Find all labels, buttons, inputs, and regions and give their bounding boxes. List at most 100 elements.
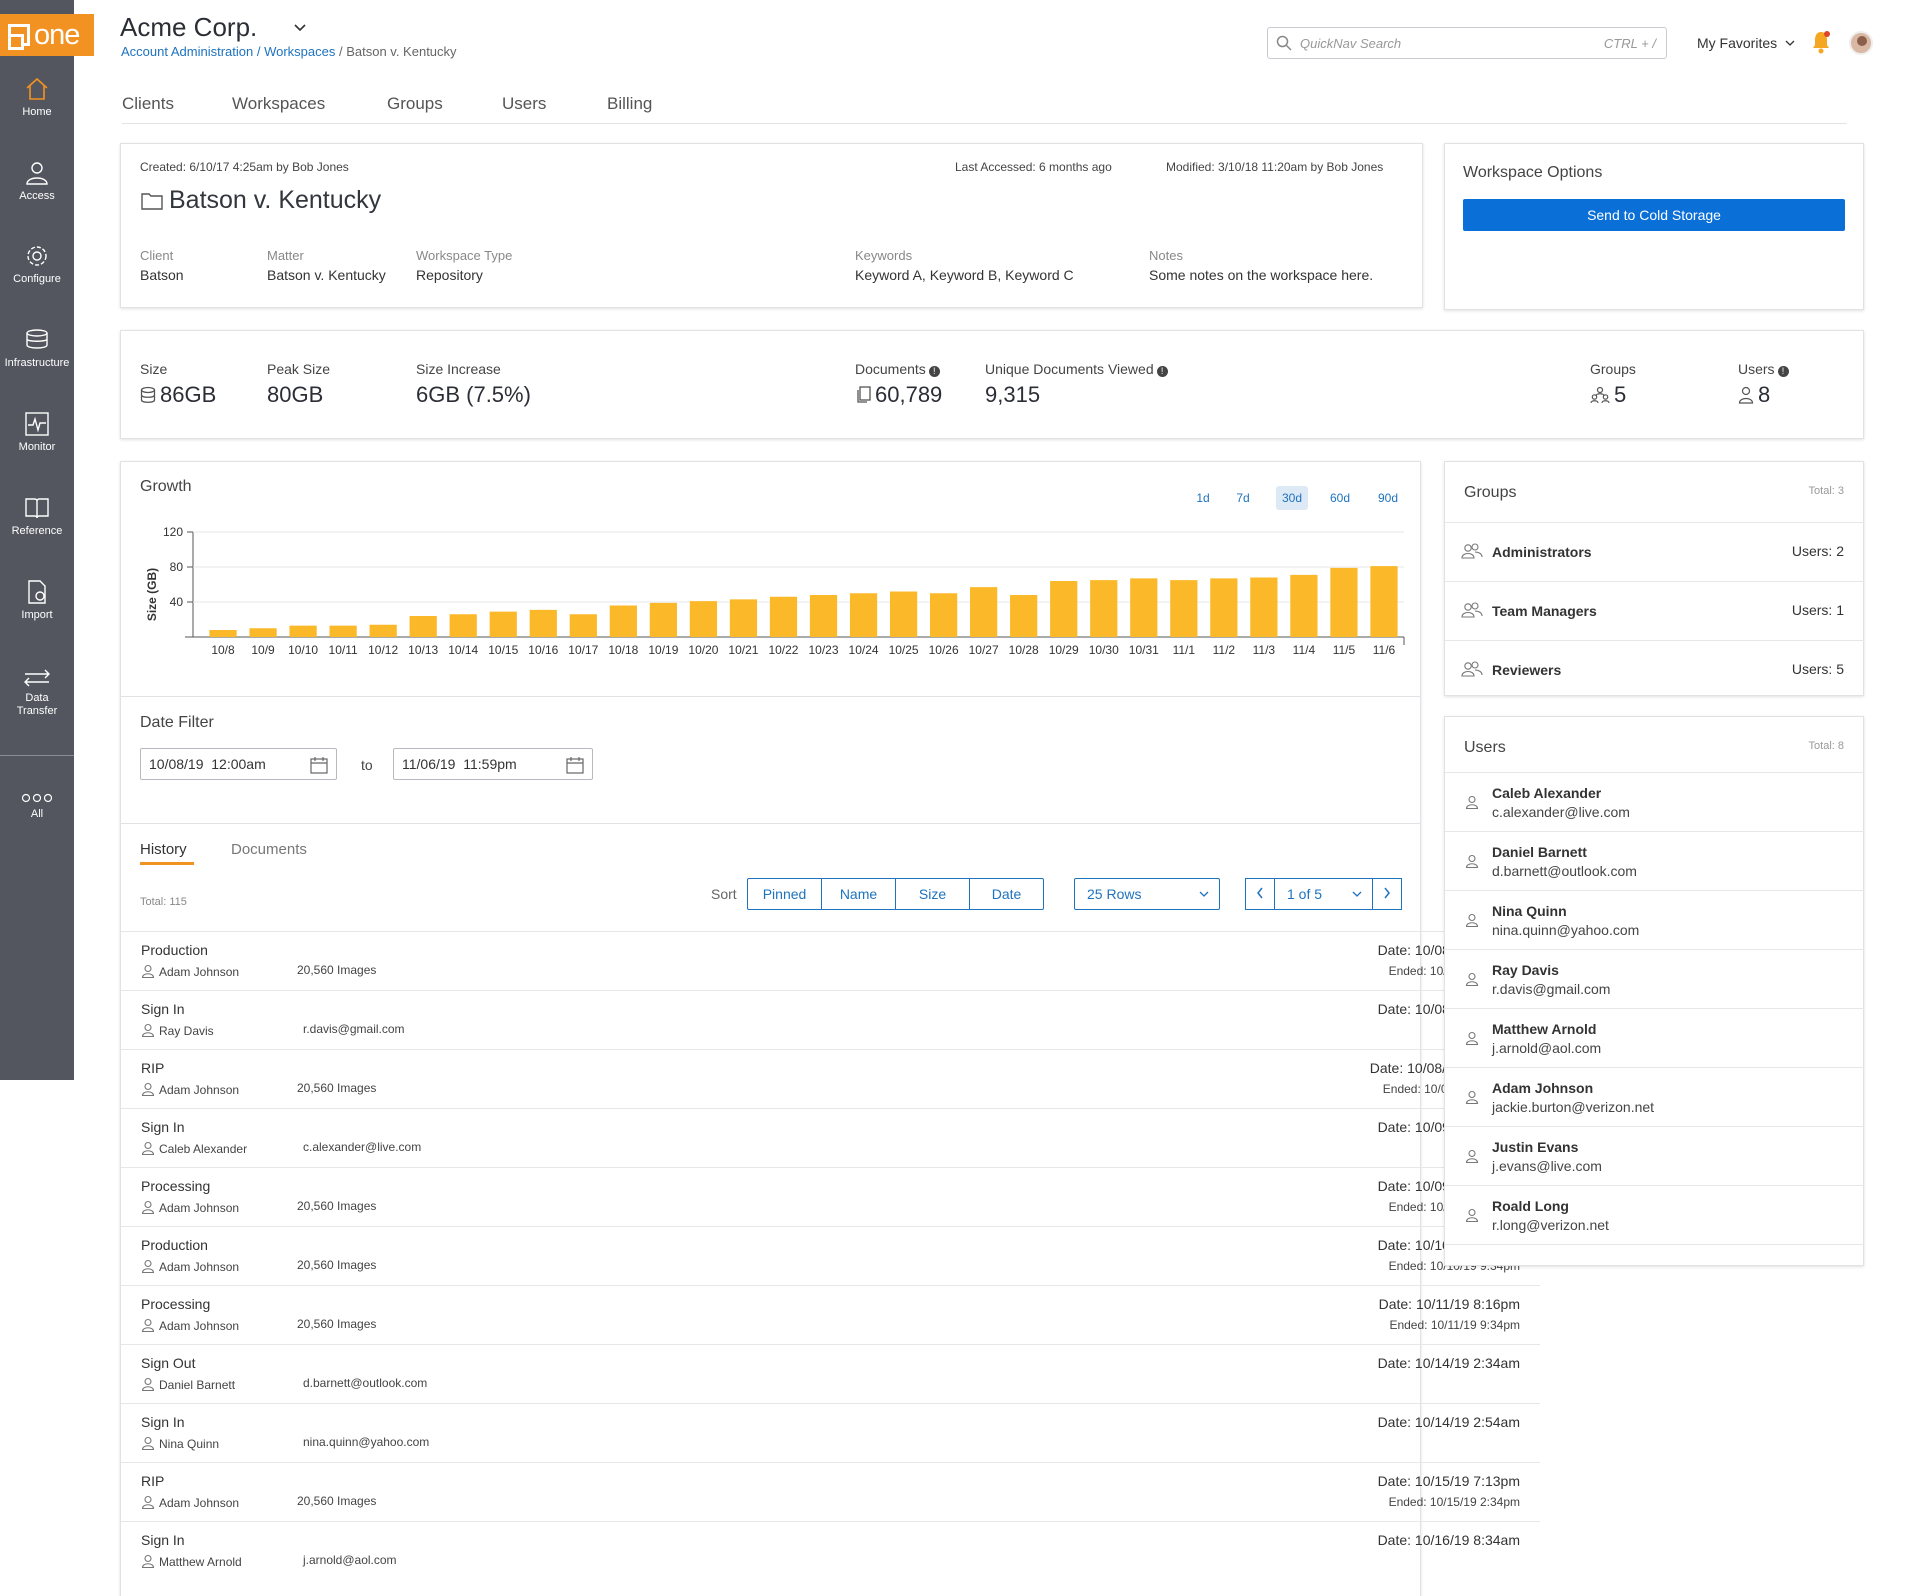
favorites-label: My Favorites — [1697, 35, 1778, 51]
bell-icon[interactable] — [1811, 30, 1831, 54]
sidebar-item-configure[interactable]: Configure — [0, 243, 74, 286]
sidebar-item-all[interactable]: All — [0, 792, 74, 821]
history-row[interactable]: Processing Adam Johnson 20,560 Images Date:… — [121, 1285, 1540, 1344]
tab-groups[interactable]: Groups — [387, 94, 443, 114]
range-30d-button[interactable]: 30d — [1276, 486, 1308, 510]
history-row[interactable]: Sign In Nina Quinn nina.quinn@yahoo.com Dat… — [121, 1403, 1540, 1462]
user-row[interactable]: Roald Long r.long@verizon.net — [1445, 1185, 1864, 1244]
tab-billing[interactable]: Billing — [607, 94, 652, 114]
tab-workspaces[interactable]: Workspaces — [232, 94, 325, 114]
group-name: Reviewers — [1492, 662, 1562, 678]
stat-label-documents: Documents! — [855, 361, 940, 377]
user-row[interactable]: Nina Quinn nina.quinn@yahoo.com — [1445, 890, 1864, 949]
sort-size-button[interactable]: Size — [896, 879, 970, 909]
sidebar-label: Monitor — [18, 441, 56, 453]
sidebar-item-monitor[interactable]: Monitor — [0, 411, 74, 454]
logo[interactable]: one — [0, 14, 94, 56]
y-tick-label: 120 — [163, 525, 183, 539]
tab-clients[interactable]: Clients — [122, 94, 174, 114]
calendar-icon[interactable] — [566, 756, 584, 774]
breadcrumb-account-admin[interactable]: Account Administration — [121, 44, 253, 59]
stat-label-unique: Unique Documents Viewed! — [985, 361, 1168, 377]
send-to-cold-storage-button[interactable]: Send to Cold Storage — [1463, 199, 1845, 231]
chart-bar — [889, 591, 918, 637]
info-icon[interactable]: ! — [928, 366, 940, 377]
range-90d-button[interactable]: 90d — [1372, 486, 1404, 510]
tab-history[interactable]: History — [140, 841, 187, 858]
sidebar-item-reference[interactable]: Reference — [0, 495, 74, 538]
sidebar-item-data-transfer[interactable]: Data Transfer — [0, 668, 74, 718]
sidebar-label: Data — [25, 692, 49, 704]
info-icon[interactable]: ! — [1777, 366, 1789, 377]
sort-date-button[interactable]: Date — [970, 879, 1043, 909]
avatar[interactable] — [1849, 31, 1873, 55]
group-name: Team Managers — [1492, 603, 1597, 619]
history-row[interactable]: RIP Adam Johnson 20,560 Images Date: 10/08/… — [121, 1049, 1540, 1108]
breadcrumb-workspaces[interactable]: Workspaces — [264, 44, 335, 59]
user-name: Daniel Barnett — [1492, 844, 1587, 860]
sidebar-item-import[interactable]: Import — [0, 579, 74, 622]
date-from-input[interactable]: 10/08/19 12:00am — [140, 748, 337, 780]
info-icon[interactable]: ! — [1156, 366, 1168, 377]
calendar-icon[interactable] — [310, 756, 328, 774]
history-user: Adam Johnson — [141, 964, 239, 979]
group-row[interactable]: Team Managers Users: 1 — [1445, 581, 1864, 640]
chart-x-labels: 10/8 10/9 10/10 10/11 10/12 10/13 10/14 10/15 10… — [211, 643, 1395, 657]
x-tick-label: 10/11 — [329, 643, 358, 657]
x-tick-label: 10/15 — [488, 643, 518, 657]
page-select[interactable]: 1 of 5 — [1274, 878, 1373, 910]
history-user-name: Caleb Alexander — [159, 1142, 248, 1156]
x-tick-label: 10/26 — [929, 643, 959, 657]
user-row[interactable]: Daniel Barnett d.barnett@outlook.com — [1445, 831, 1864, 890]
sidebar-item-home[interactable]: Home — [0, 76, 74, 119]
users-card: Users Total: 8 Caleb Alexander c.alexande… — [1444, 716, 1864, 1266]
tab-users[interactable]: Users — [502, 94, 546, 114]
x-tick-label: 10/18 — [608, 643, 638, 657]
history-row[interactable]: Processing Adam Johnson 20,560 Images Date:… — [121, 1167, 1540, 1226]
user-icon — [141, 1259, 155, 1274]
prev-page-button[interactable] — [1245, 878, 1275, 910]
sort-name-button[interactable]: Name — [822, 879, 896, 909]
org-name[interactable]: Acme Corp. — [120, 12, 257, 43]
user-icon — [1465, 913, 1479, 927]
sidebar-item-infrastructure[interactable]: Infrastructure — [0, 327, 74, 370]
user-email: nina.quinn@yahoo.com — [1492, 922, 1640, 938]
history-row[interactable]: Production Adam Johnson 20,560 Images Date:… — [121, 931, 1540, 990]
user-row[interactable]: Matthew Arnold j.arnold@aol.com — [1445, 1008, 1864, 1067]
chevron-down-icon — [1352, 891, 1362, 897]
sort-segmented-control: Pinned Name Size Date — [747, 878, 1044, 910]
user-row[interactable]: Caleb Alexander c.alexander@live.com — [1445, 772, 1864, 831]
tab-documents[interactable]: Documents — [231, 841, 307, 858]
chevron-down-icon[interactable] — [292, 20, 308, 36]
quicknav-search-input[interactable]: QuickNav Search CTRL + / — [1267, 27, 1667, 59]
history-row[interactable]: Sign In Caleb Alexander c.alexander@live.c… — [121, 1108, 1540, 1167]
history-row[interactable]: Production Adam Johnson 20,560 Images Date:… — [121, 1226, 1540, 1285]
user-name: Caleb Alexander — [1492, 785, 1602, 801]
range-60d-button[interactable]: 60d — [1324, 486, 1356, 510]
user-row[interactable]: Justin Evans j.evans@live.com — [1445, 1126, 1864, 1185]
history-row[interactable]: Sign In Matthew Arnold j.arnold@aol.com Dat… — [121, 1521, 1540, 1580]
field-value: Batson v. Kentucky — [267, 267, 386, 283]
history-row[interactable]: Sign Out Daniel Barnett d.barnett@outlook.… — [121, 1344, 1540, 1403]
history-event: Processing — [141, 1296, 211, 1312]
user-icon — [141, 1082, 155, 1097]
user-row[interactable]: Adam Johnson jackie.burton@verizon.net — [1445, 1067, 1864, 1126]
date-to-input[interactable]: 11/06/19 11:59pm — [393, 748, 593, 780]
history-date: Date: 10/14/19 2:34am — [1377, 1355, 1520, 1371]
sort-pinned-button[interactable]: Pinned — [748, 879, 822, 909]
sidebar-item-access[interactable]: Access — [0, 160, 74, 203]
user-icon — [1465, 1090, 1479, 1104]
group-row[interactable]: Reviewers Users: 5 — [1445, 640, 1864, 699]
range-7d-button[interactable]: 7d — [1227, 486, 1259, 510]
range-1d-button[interactable]: 1d — [1187, 486, 1219, 510]
history-row[interactable]: Sign In Ray Davis r.davis@gmail.com Date: 1… — [121, 990, 1540, 1049]
history-row[interactable]: RIP Adam Johnson 20,560 Images Date: 10/15/… — [121, 1462, 1540, 1521]
next-page-button[interactable] — [1372, 878, 1402, 910]
group-row[interactable]: Administrators Users: 2 — [1445, 522, 1864, 581]
my-favorites-dropdown[interactable]: My Favorites — [1697, 35, 1795, 51]
users-title: Users — [1464, 739, 1506, 756]
rows-per-page-select[interactable]: 25 Rows — [1074, 878, 1220, 910]
stat-value: 8 — [1758, 382, 1771, 407]
user-row[interactable]: Ray Davis r.davis@gmail.com — [1445, 949, 1864, 1008]
search-placeholder: QuickNav Search — [1300, 36, 1402, 51]
